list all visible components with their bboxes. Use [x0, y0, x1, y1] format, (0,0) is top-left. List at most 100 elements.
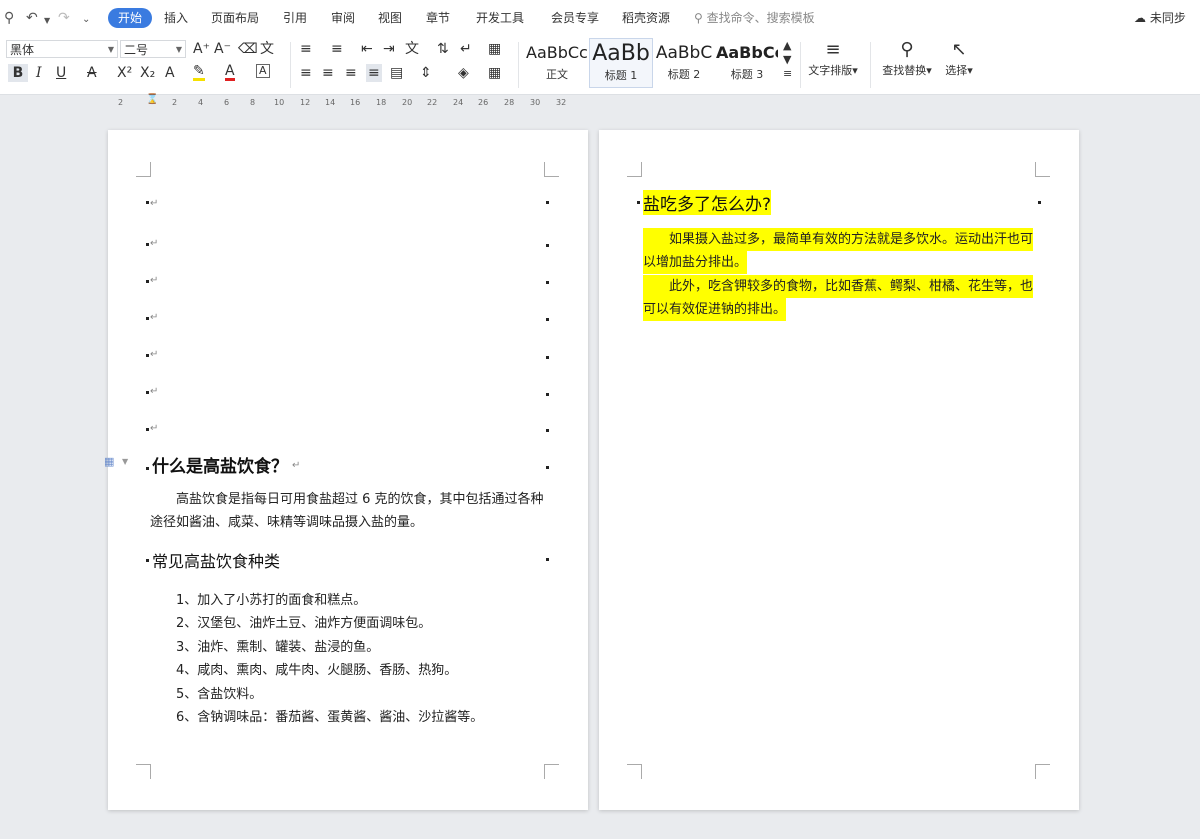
style-name: 标题 2 [667, 68, 701, 81]
style-normal[interactable]: AaBbCcDd 正文 [526, 38, 588, 86]
heading-common-high-salt-foods: 常见高盐饮食种类 [152, 552, 281, 571]
align-right-icon[interactable]: ≡ [345, 64, 357, 82]
tab-page-layout[interactable]: 页面布局 [211, 8, 259, 28]
paragraph-potassium-line-1: 此外，吃含钾较多的食物，比如香蕉、鳄梨、柑橘、花生等，也 [643, 275, 1034, 298]
cloud-icon: ☁ [1134, 11, 1146, 25]
style-sample: AaBb [592, 41, 650, 66]
ruler-tick: 26 [478, 98, 489, 107]
margin-dot [1038, 201, 1041, 204]
font-size-select[interactable]: 二号 ▼ [120, 40, 186, 58]
margin-dot [546, 393, 549, 396]
ruler-tick: 24 [453, 98, 464, 107]
ruler-tick: 2 [172, 98, 178, 107]
tab-docer-resources[interactable]: 稻壳资源 [622, 8, 670, 28]
undo-dropdown-icon[interactable]: ▼ [44, 13, 50, 29]
tab-insert[interactable]: 插入 [164, 8, 188, 28]
chevron-down-icon: ▾ [967, 64, 973, 77]
phonetic-guide-icon[interactable]: 文 [260, 40, 274, 58]
underline-button[interactable]: U [56, 64, 66, 82]
customize-toolbar-icon[interactable]: ⌄ [82, 12, 90, 28]
tab-developer[interactable]: 开发工具 [476, 8, 524, 28]
list-item: 2、汉堡包、油炸土豆、油炸方便面调味包。 [176, 616, 432, 631]
grow-font-icon[interactable]: A⁺ [193, 40, 210, 58]
indent-marker-icon[interactable]: ⌛ [146, 94, 158, 105]
align-center-icon[interactable]: ≡ [322, 64, 334, 82]
italic-button[interactable]: I [36, 64, 42, 82]
line-spacing-icon[interactable]: ⇕ [420, 64, 432, 82]
increase-indent-icon[interactable]: ⇥ [383, 40, 395, 58]
sort-icon[interactable]: ⇅ [437, 40, 449, 58]
font-color-button[interactable]: A [225, 64, 235, 81]
command-search[interactable]: ⚲ 查找命令、搜索模板 [694, 8, 815, 28]
styles-expand-icon[interactable]: ≡ [783, 68, 792, 80]
magnifier-icon: ⚲ [900, 39, 914, 60]
paragraph-bullet [146, 243, 149, 246]
style-heading-2[interactable]: AaBbC 标题 2 [653, 38, 715, 86]
list-item: 1、加入了小苏打的面食和糕点。 [176, 593, 367, 608]
ruler-tick: 16 [350, 98, 361, 107]
style-heading-3[interactable]: AaBbCc 标题 3 [716, 38, 778, 86]
list-item: 4、咸肉、熏肉、咸牛肉、火腿肠、香肠、热狗。 [176, 663, 458, 678]
ruler-tick: 6 [224, 98, 230, 107]
document-page-1[interactable]: ↵ ↵ ↵ ↵ ↵ ↵ ↵ ▦ ▼ 什么是高盐饮食？ ↵ 高盐饮食是指每日可用食… [104, 130, 588, 810]
tab-review[interactable]: 审阅 [331, 8, 355, 28]
justify-icon[interactable]: ≡ [366, 64, 382, 82]
ribbon-separator [870, 42, 871, 88]
styles-scroll-up-icon[interactable]: ▲ [783, 40, 791, 52]
paragraph-definition: 高盐饮食是指每日可用食盐超过 6 克的饮食，其中包括通过各种途径如酱油、咸菜、味… [150, 492, 544, 530]
paragraph-bullet [146, 317, 149, 320]
document-page-2[interactable]: 盐吃多了怎么办? 如果摄入盐过多，最简单有效的方法就是多饮水。运动出汗也可 以增… [599, 130, 1079, 810]
shading-icon[interactable]: ◈ [458, 64, 469, 82]
tab-member[interactable]: 会员专享 [551, 8, 599, 28]
text-layout-button[interactable]: ≡ 文字排版▾ [806, 40, 860, 78]
chinese-layout-icon[interactable]: 文 [405, 40, 419, 58]
margin-corner-mark [1035, 162, 1050, 177]
highlight-color-button[interactable]: ✎ [193, 64, 205, 81]
bold-button[interactable]: B [8, 64, 28, 82]
undo-icon[interactable]: ↶ [26, 10, 38, 26]
align-left-icon[interactable]: ≡ [300, 64, 312, 82]
tab-chapter[interactable]: 章节 [426, 8, 450, 28]
paragraph-bullet [146, 428, 149, 431]
text-effect-button[interactable]: A [165, 64, 175, 82]
font-size-value: 二号 [124, 43, 149, 57]
distributed-align-icon[interactable]: ▤ [390, 64, 403, 82]
find-replace-button[interactable]: ⚲ 查找替换▾ [878, 40, 936, 78]
tab-view[interactable]: 视图 [378, 8, 402, 28]
tab-references[interactable]: 引用 [283, 8, 307, 28]
styles-scroll-down-icon[interactable]: ▼ [783, 54, 791, 66]
paragraph-bullet [637, 201, 640, 204]
ruler-tick: 8 [250, 98, 256, 107]
numbered-list-icon[interactable]: ≡ [331, 40, 343, 58]
character-border-button[interactable]: A [256, 64, 270, 78]
margin-dot [546, 429, 549, 432]
table-grid-icon[interactable]: ▦ [488, 40, 501, 58]
chevron-down-icon[interactable]: ▼ [122, 457, 128, 466]
superscript-button[interactable]: X² [117, 64, 132, 82]
clear-format-icon[interactable]: ⌫ [238, 40, 258, 58]
paragraph-mark-icon: ↵ [150, 275, 159, 286]
bullet-list-icon[interactable]: ≡ [300, 40, 312, 58]
select-button[interactable]: ↖ 选择▾ [940, 40, 978, 78]
preview-icon[interactable]: ⚲ [4, 10, 14, 26]
chevron-down-icon: ▼ [175, 45, 182, 54]
strikethrough-button[interactable]: A [87, 64, 97, 82]
margin-dot [546, 318, 549, 321]
decrease-indent-icon[interactable]: ⇤ [361, 40, 373, 58]
redo-icon[interactable]: ↷ [58, 10, 70, 26]
style-sample: AaBbCc [716, 43, 778, 62]
paragraph-mark-icon[interactable]: ↵ [460, 40, 472, 58]
font-name-select[interactable]: 黑体 ▼ [6, 40, 118, 58]
find-replace-label: 查找替换 [882, 64, 927, 77]
horizontal-ruler[interactable]: 2 ⌛ 2 4 6 8 10 12 14 16 18 20 22 24 26 2… [112, 94, 582, 112]
style-heading-1[interactable]: AaBb 标题 1 [589, 38, 653, 88]
doc-structure-icon[interactable]: ▦ [104, 455, 114, 468]
subscript-button[interactable]: X₂ [140, 64, 155, 82]
borders-icon[interactable]: ▦ [488, 64, 501, 82]
shrink-font-icon[interactable]: A⁻ [214, 40, 231, 58]
sync-status[interactable]: ☁ 未同步 [1134, 8, 1186, 28]
tab-home[interactable]: 开始 [108, 8, 153, 28]
paragraph-mark-icon: ↵ [150, 312, 159, 323]
select-label: 选择 [945, 64, 968, 77]
ruler-tick: 32 [556, 98, 567, 107]
